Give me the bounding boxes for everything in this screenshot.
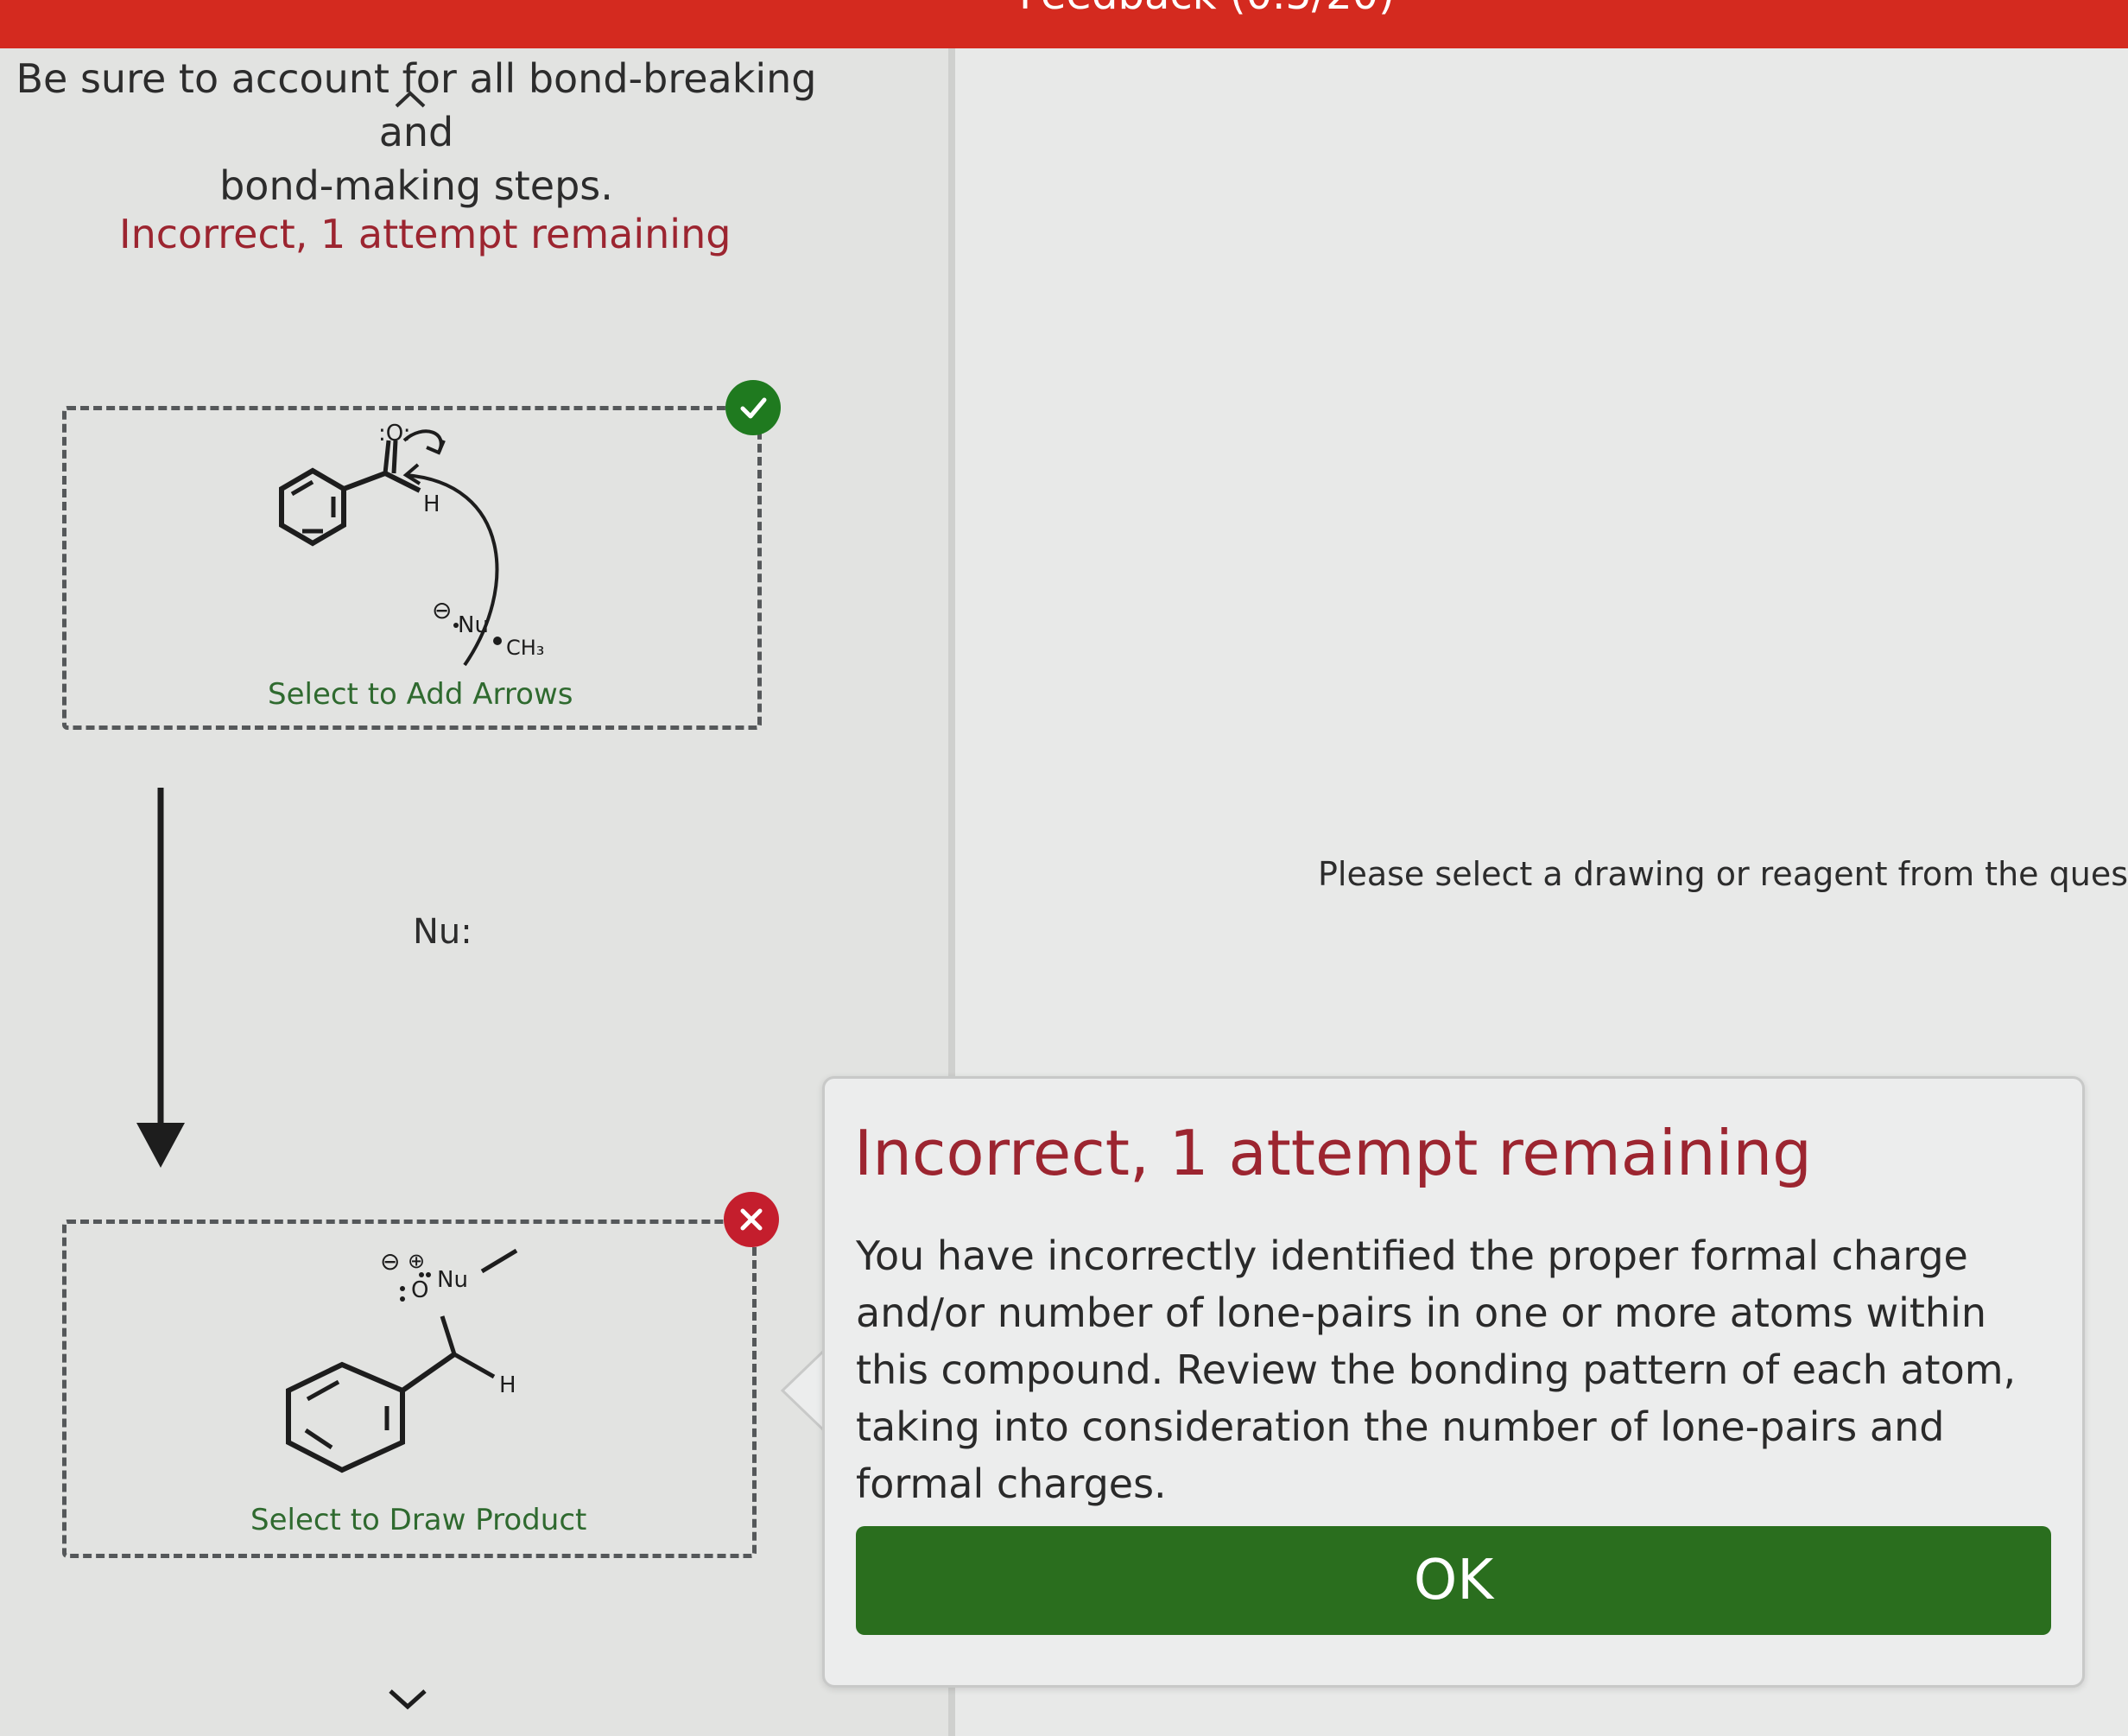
draw-product-label[interactable]: Select to Draw Product xyxy=(250,1503,586,1537)
popup-pointer xyxy=(780,1347,827,1434)
page: Feedback (0.5/20) Be sure to account for… xyxy=(0,0,2128,1736)
chevron-down-icon[interactable] xyxy=(387,1686,428,1712)
reactant-charge-label: ⊖ xyxy=(432,596,452,624)
product-hydrogen-label: H xyxy=(499,1372,516,1398)
product-oxygen-label: O xyxy=(411,1277,428,1303)
feedback-popup: Incorrect, 1 attempt remaining You have … xyxy=(822,1076,2085,1688)
reactant-oxygen-label: :O: xyxy=(378,421,411,447)
product-structure: H ⊖ ⊕ O Nu xyxy=(286,1247,518,1473)
instruction-line-2: bond-making steps. xyxy=(219,162,613,209)
add-arrows-label[interactable]: Select to Add Arrows xyxy=(268,677,573,712)
feedback-title: Incorrect, 1 attempt remaining xyxy=(854,1117,1812,1189)
product-pos-charge-label: ⊕ xyxy=(408,1249,425,1273)
header-bar: Feedback (0.5/20) xyxy=(0,0,2128,48)
ok-button[interactable]: OK xyxy=(856,1526,2051,1635)
reactant-nu-label: Nu xyxy=(458,612,489,638)
product-nu-label: Nu xyxy=(437,1267,468,1293)
header-title: Feedback (0.5/20) xyxy=(1019,0,1395,19)
check-circle-icon xyxy=(725,380,781,435)
reactant-hydrogen-label: H xyxy=(423,491,440,517)
nucleophile-methyl-group: ⊖ Nu CH₃ xyxy=(432,596,544,660)
reactant-methyl-label: CH₃ xyxy=(506,636,544,660)
attempt-status: Incorrect, 1 attempt remaining xyxy=(119,211,732,257)
workspace-prompt: Please select a drawing or reagent from … xyxy=(1318,855,2128,893)
question-instructions: Be sure to account for all bond-breaking… xyxy=(0,52,839,212)
reagent-label[interactable]: Nu: xyxy=(413,912,472,952)
product-neg-charge-label: ⊖ xyxy=(380,1247,400,1276)
caret-up-icon[interactable] xyxy=(394,90,427,109)
reaction-arrow-down xyxy=(136,788,185,1168)
x-circle-icon xyxy=(724,1192,779,1247)
feedback-message: You have incorrectly identified the prop… xyxy=(856,1232,2017,1507)
